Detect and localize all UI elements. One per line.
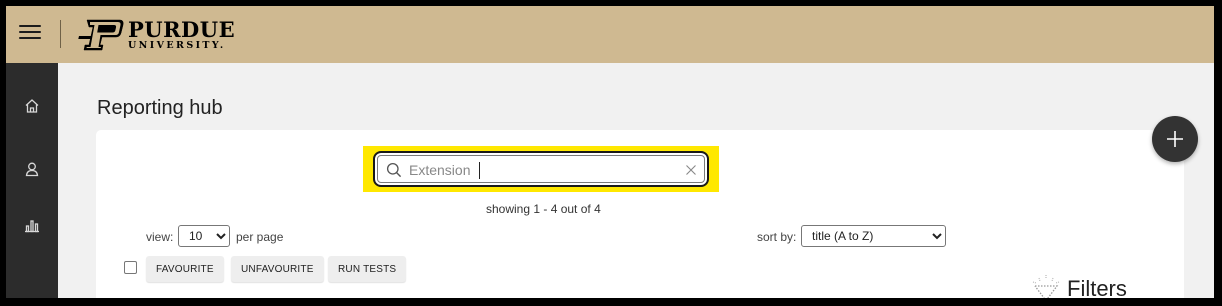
user-icon [25, 162, 39, 177]
page-title: Reporting hub [97, 97, 223, 119]
view-label: view: [146, 230, 174, 244]
filters-label: Filters [1067, 276, 1127, 298]
menu-icon[interactable] [19, 25, 41, 43]
sidebar-item-home[interactable] [20, 94, 44, 118]
sort-select[interactable]: title (A to Z) [801, 225, 946, 247]
sidebar-item-reports[interactable] [20, 213, 44, 237]
logo-subtitle: UNIVERSITY. [128, 39, 226, 51]
select-all-checkbox[interactable] [124, 261, 137, 274]
per-page-select[interactable]: 10 [178, 225, 230, 247]
logo-wordmark: PURDUE [128, 16, 236, 42]
bar-chart-icon [25, 220, 39, 233]
top-header: PURDUE UNIVERSITY. [6, 6, 1214, 63]
plus-icon [1167, 131, 1183, 147]
sidebar-item-profile[interactable] [20, 157, 44, 181]
sort-label: sort by: [757, 230, 797, 244]
results-count: showing 1 - 4 out of 4 [486, 202, 601, 216]
per-page-label: per page [236, 230, 284, 244]
header-divider [60, 20, 61, 48]
sidebar [6, 63, 58, 298]
filter-funnel-icon [1032, 275, 1060, 298]
unfavourite-button[interactable]: UNFAVOURITE [231, 256, 324, 282]
search-icon [386, 162, 402, 178]
search-box[interactable] [373, 151, 709, 187]
app-frame: PURDUE UNIVERSITY. Reporting hub Extensi… [6, 6, 1214, 298]
purdue-logo[interactable]: PURDUE UNIVERSITY. [76, 18, 235, 52]
run-tests-button[interactable]: RUN TESTS [328, 256, 407, 282]
add-button[interactable] [1152, 116, 1198, 162]
filters-toggle[interactable]: Filters [1027, 272, 1127, 298]
text-caret [479, 162, 480, 179]
purdue-p-logo-icon [78, 19, 124, 51]
clear-icon[interactable] [685, 164, 697, 176]
favourite-button[interactable]: FAVOURITE [146, 256, 224, 282]
search-input[interactable] [409, 160, 679, 180]
home-icon [25, 99, 39, 113]
